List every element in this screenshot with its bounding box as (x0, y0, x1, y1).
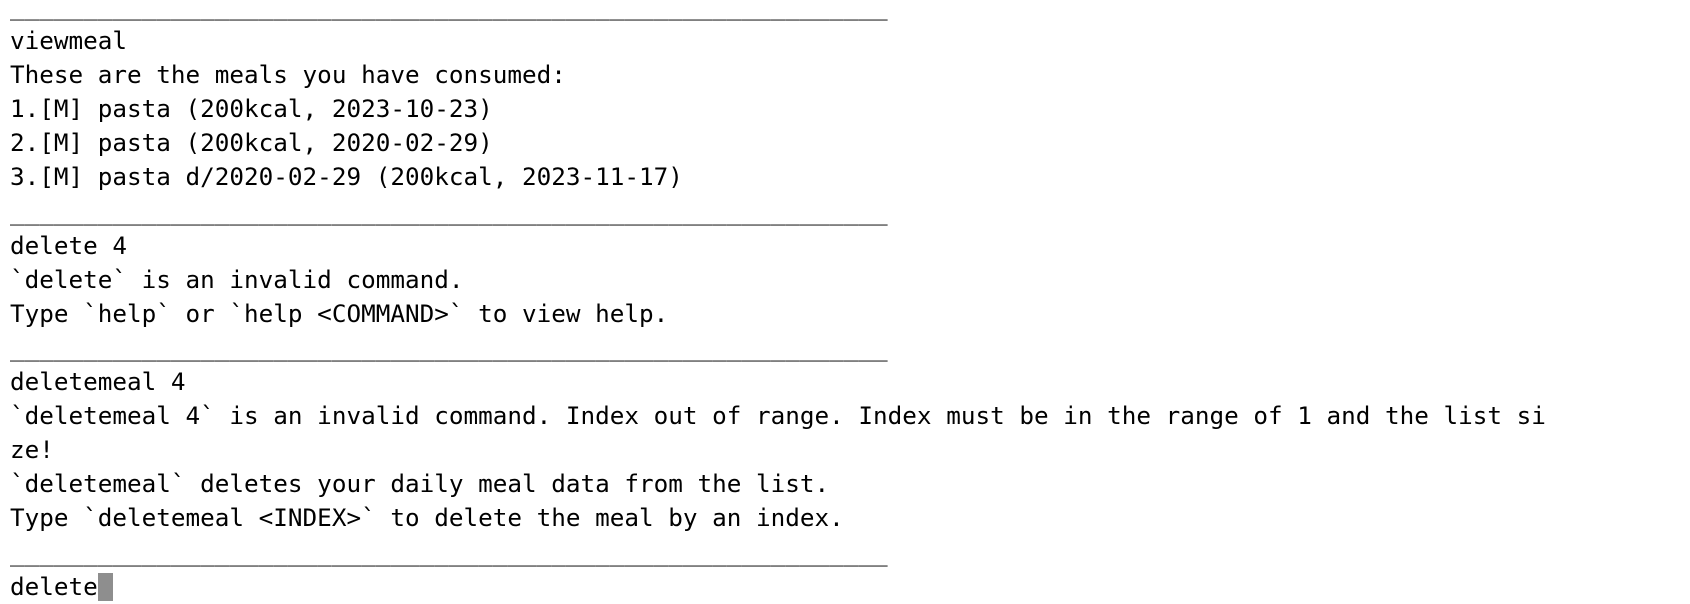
separator-line: ________________________________________… (10, 537, 888, 567)
command-description: `deletemeal` deletes your daily meal dat… (10, 469, 830, 499)
current-input[interactable]: delete (10, 572, 98, 601)
command-line: deletemeal 4 (10, 367, 186, 397)
terminal-window[interactable]: ________________________________________… (10, 0, 1690, 604)
error-message: `delete` is an invalid command. (10, 264, 464, 294)
meal-list-item: 3.[M] pasta d/2020-02-29 (200kcal, 2023-… (10, 162, 683, 192)
help-hint: Type `help` or `help <COMMAND>` to view … (10, 298, 669, 328)
separator-line: ________________________________________… (10, 196, 888, 226)
separator-line: ________________________________________… (10, 0, 888, 21)
help-hint: Type `deletemeal <INDEX>` to delete the … (10, 503, 844, 533)
meal-list-item: 2.[M] pasta (200kcal, 2020-02-29) (10, 128, 493, 158)
input-line[interactable]: delete (10, 570, 1690, 604)
text-cursor (97, 572, 113, 601)
error-message: `deletemeal 4` is an invalid command. In… (10, 401, 1546, 431)
output-line: These are the meals you have consumed: (10, 60, 566, 90)
command-line: viewmeal (10, 26, 128, 56)
command-line: delete 4 (10, 230, 128, 260)
meal-list-item: 1.[M] pasta (200kcal, 2023-10-23) (10, 94, 493, 124)
error-message-wrap: ze! (10, 435, 54, 465)
separator-line: ________________________________________… (10, 332, 888, 362)
